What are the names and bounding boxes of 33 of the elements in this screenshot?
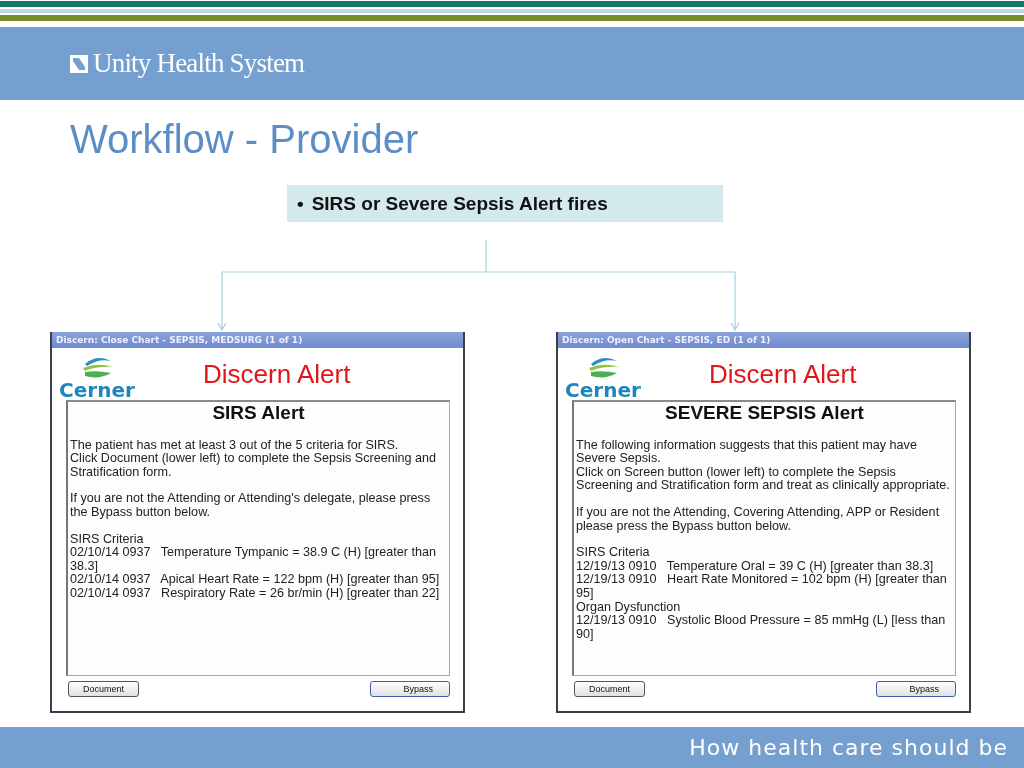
window-title: Discern: Close Chart - SEPSIS, MEDSURG (1 of 1): [52, 332, 463, 348]
message-text: SIRS Criteria: [70, 532, 145, 547]
message-text: 02/10/14 0937 Apical Heart Rate = 122 bpm (H) [greater than 95]: [70, 573, 441, 587]
window-title: Discern: Open Chart - SEPSIS, ED (1 of 1): [558, 332, 969, 348]
logo-text: Unity Health System: [93, 48, 305, 79]
message-text: SIRS Criteria: [576, 546, 651, 560]
banner-title: Discern Alert: [709, 359, 857, 390]
slide-title: Workflow - Provider: [70, 117, 419, 161]
tagline: How health care should be: [689, 735, 1008, 760]
banner-title: Discern Alert: [203, 359, 351, 390]
document-button[interactable]: Document: [68, 681, 140, 697]
alert-heading: SEVERE SEPSIS Alert: [664, 406, 865, 420]
message-text: 02/10/14 0937 Respiratory Rate = 26 br/min (H) [greater than 22]: [70, 586, 441, 601]
brand-name: Cerner: [59, 380, 135, 400]
callout-text: SIRS or Severe Sepsis Alert fires: [311, 192, 608, 215]
message-text: 12/19/13 0910 Heart Rate Monitored = 102 bpm (H) [greater than 95]: [576, 573, 948, 601]
bypass-button[interactable]: Bypass: [876, 681, 956, 697]
bullet: •: [297, 192, 304, 215]
message-text: 12/19/13 0910 Temperature Oral = 39 C (H) [greater than 38.3]: [576, 559, 935, 574]
message-text: The following information suggests that this patient may have Severe Sepsis.: [576, 438, 918, 466]
message-text: 02/10/14 0937 Temperature Tympanic = 38.9 C (H) [greater than 38.3]: [70, 546, 438, 574]
logo-icon: [70, 54, 88, 73]
brand-name: Cerner: [565, 380, 641, 400]
document-button[interactable]: Document: [574, 681, 646, 697]
message-text: Click on Screen button (lower left) to complete the Sepsis Screening and Stratification form and treat as clinically appropriate.: [576, 465, 951, 493]
message-text: 12/19/13 0910 Systolic Blood Pressure = 85 mmHg (L) [less than 90]: [576, 614, 947, 642]
message-text: Click Document (lower left) to complete the Sepsis Screening and Stratification form.: [70, 452, 438, 480]
message-text: Organ Dysfunction: [576, 600, 682, 615]
message-text: If you are not the Attending, Covering Attending, APP or Resident please press the Bypass button below.: [576, 505, 941, 534]
message-text: The patient has met at least 3 out of the 5 criteria for SIRS.: [70, 438, 400, 453]
bypass-button[interactable]: Bypass: [370, 681, 450, 697]
alert-heading: SIRS Alert: [211, 406, 306, 420]
message-text: If you are not the Attending or Attending's delegate, please press the Bypass button below.: [70, 492, 432, 520]
